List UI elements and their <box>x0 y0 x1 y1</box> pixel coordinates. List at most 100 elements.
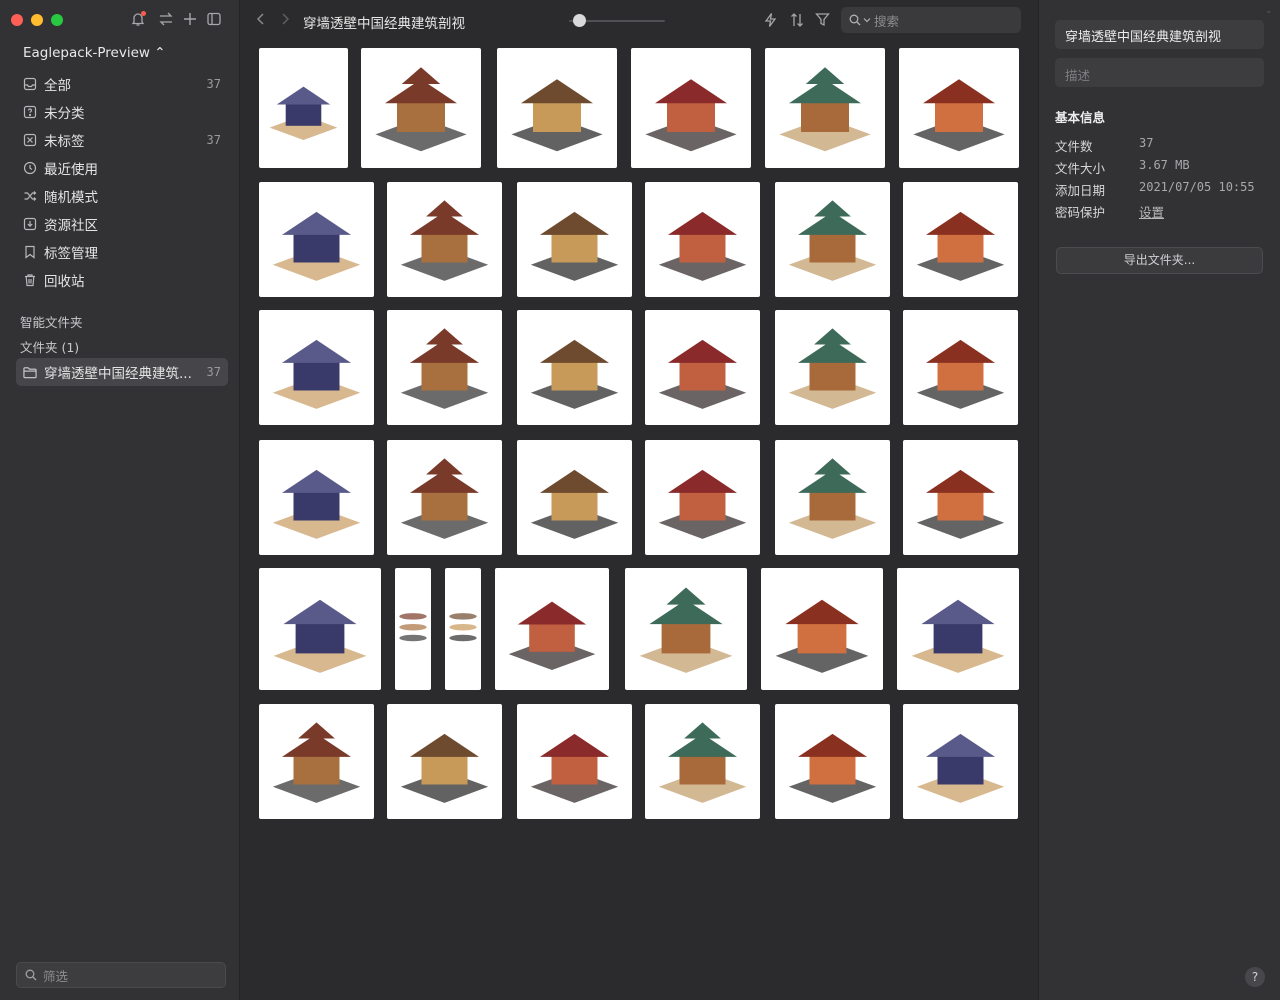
thumbnail-item[interactable] <box>259 440 374 555</box>
thumbnail-item[interactable] <box>775 440 890 555</box>
untagged-icon <box>23 133 37 147</box>
bell-icon[interactable] <box>129 11 147 29</box>
bookmark-icon <box>23 245 37 259</box>
trash-icon <box>23 273 37 287</box>
search-icon <box>25 969 37 981</box>
forward-icon[interactable] <box>280 12 290 30</box>
thumbnail-item[interactable] <box>775 182 890 297</box>
thumbnail-item[interactable] <box>645 440 760 555</box>
building-illustration-icon <box>639 587 733 673</box>
nav-label: 回收站 <box>44 274 85 290</box>
thumbnail-item[interactable] <box>631 48 751 168</box>
building-illustration-icon <box>400 733 489 803</box>
nav-item-random[interactable]: 随机模式 <box>16 183 228 209</box>
thumbnail-item[interactable] <box>897 568 1019 690</box>
page-title: 穿墙透壁中国经典建筑剖视 <box>303 16 465 32</box>
search-placeholder: 搜索 <box>874 13 900 29</box>
nav-label: 资源社区 <box>44 218 98 234</box>
building-illustration-icon <box>511 79 603 152</box>
nav-item-trash[interactable]: 回收站 <box>16 267 228 293</box>
nav-item-community[interactable]: 资源社区 <box>16 211 228 237</box>
sync-icon[interactable] <box>157 11 175 29</box>
thumbnail-item[interactable] <box>645 704 760 819</box>
building-illustration-icon <box>508 601 596 671</box>
thumbnail-item[interactable] <box>765 48 885 168</box>
plus-icon[interactable] <box>181 11 199 29</box>
inbox-icon <box>23 77 37 91</box>
export-folder-button[interactable]: 导出文件夹... <box>1056 247 1263 274</box>
folder-label: 穿墙透壁中国经典建筑... <box>44 366 192 382</box>
set-password-link[interactable]: 设置 <box>1139 202 1164 221</box>
zoom-slider-handle[interactable] <box>572 14 586 27</box>
sort-icon[interactable] <box>789 12 805 32</box>
help-button[interactable]: ? <box>1245 967 1265 987</box>
folder-name-field[interactable]: 穿墙透壁中国经典建筑剖视 <box>1055 20 1264 49</box>
thumbnail-item[interactable] <box>645 182 760 297</box>
close-window-button[interactable] <box>11 14 23 26</box>
layout-toggle-icon[interactable] <box>205 11 223 29</box>
folder-icon <box>23 365 37 379</box>
back-icon[interactable] <box>256 12 266 30</box>
thumbnail-item[interactable] <box>903 704 1018 819</box>
thumbnail-item[interactable] <box>259 182 374 297</box>
thumbnail-item[interactable] <box>259 568 381 690</box>
thumbnail-item[interactable] <box>517 182 632 297</box>
nav-label: 未分类 <box>44 106 85 122</box>
filter-input[interactable]: 筛选 <box>16 962 226 988</box>
folder-count: 37 <box>206 365 221 379</box>
thumbnail-item[interactable] <box>517 440 632 555</box>
thumbnail-item[interactable] <box>259 310 374 425</box>
thumbnail-item[interactable] <box>395 568 431 690</box>
info-label: 密码保护 <box>1055 205 1106 220</box>
lightning-icon[interactable] <box>763 12 778 32</box>
thumbnail-item[interactable] <box>645 310 760 425</box>
thumbnail-item[interactable] <box>625 568 747 690</box>
minimize-window-button[interactable] <box>31 14 43 26</box>
filter-icon[interactable] <box>815 12 830 31</box>
thumbnail-item[interactable] <box>259 704 374 819</box>
thumbnail-item[interactable] <box>361 48 481 168</box>
thumbnail-item[interactable] <box>495 568 609 690</box>
info-label: 文件大小 <box>1055 161 1106 176</box>
info-label: 文件数 <box>1055 139 1093 154</box>
thumbnail-item[interactable] <box>387 440 502 555</box>
info-row-date-added: 添加日期 2021/07/05 10:55 <box>1055 180 1265 198</box>
thumbnail-item[interactable] <box>517 704 632 819</box>
nav-item-all[interactable]: 全部 37 <box>16 71 228 97</box>
thumbnail-item[interactable] <box>903 182 1018 297</box>
nav-item-tags[interactable]: 标签管理 <box>16 239 228 265</box>
chevron-down-icon[interactable] <box>863 17 871 23</box>
description-field[interactable]: 描述 <box>1055 58 1264 87</box>
thumbnail-item[interactable] <box>775 704 890 819</box>
nav-item-uncategorized[interactable]: 未分类 <box>16 99 228 125</box>
library-switcher[interactable]: Eaglepack-Preview ⌃ <box>23 45 166 61</box>
nav-item-recent[interactable]: 最近使用 <box>16 155 228 181</box>
nav-label: 最近使用 <box>44 162 98 178</box>
zoom-window-button[interactable] <box>51 14 63 26</box>
thumbnail-item[interactable] <box>899 48 1019 168</box>
building-illustration-icon <box>658 469 747 539</box>
building-illustration-icon <box>269 86 338 141</box>
thumbnail-item[interactable] <box>387 704 502 819</box>
thumbnail-item[interactable] <box>517 310 632 425</box>
building-illustration-icon <box>530 339 619 409</box>
building-illustration-icon <box>400 328 489 409</box>
thumbnail-item[interactable] <box>903 440 1018 555</box>
nav-item-untagged[interactable]: 未标签 37 <box>16 127 228 153</box>
thumbnail-item[interactable] <box>761 568 883 690</box>
search-input[interactable]: 搜索 <box>841 7 1021 33</box>
thumbnail-item[interactable] <box>775 310 890 425</box>
thumbnail-item[interactable] <box>497 48 617 168</box>
building-illustration-icon <box>530 733 619 803</box>
notification-dot <box>141 11 146 16</box>
thumbnail-item[interactable] <box>387 310 502 425</box>
download-box-icon <box>23 217 37 231</box>
building-illustration-icon <box>645 79 737 152</box>
folder-item-selected[interactable]: 穿墙透壁中国经典建筑... 37 <box>16 358 228 386</box>
smart-folders-heading[interactable]: 智能文件夹 <box>20 312 83 331</box>
thumbnail-item[interactable] <box>387 182 502 297</box>
folders-heading[interactable]: 文件夹 (1) <box>20 337 79 356</box>
thumbnail-item[interactable] <box>259 48 348 168</box>
thumbnail-item[interactable] <box>445 568 481 690</box>
thumbnail-item[interactable] <box>903 310 1018 425</box>
